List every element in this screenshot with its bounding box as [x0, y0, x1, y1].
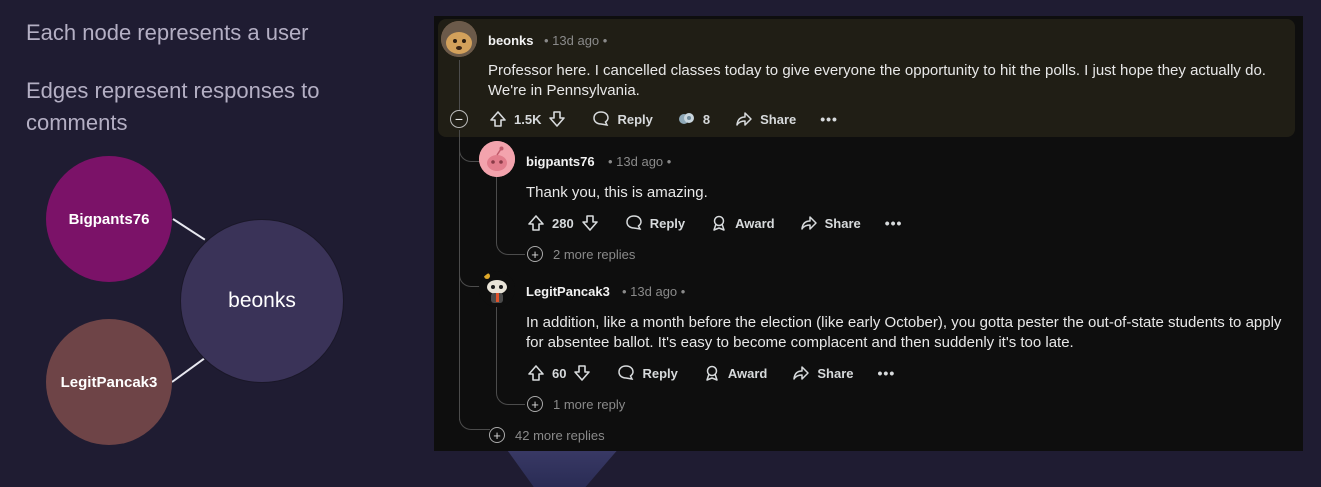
reply-label: Reply: [642, 365, 678, 381]
vote-group: 280: [526, 213, 600, 233]
collapse-minus-icon[interactable]: −: [450, 110, 468, 128]
more-options-icon: •••: [820, 111, 838, 127]
arrow-up-icon[interactable]: [526, 363, 546, 383]
share-arrow-icon: [791, 363, 811, 383]
avatar-legitpancak3[interactable]: [479, 271, 515, 307]
thread-line-reply1: [496, 176, 497, 226]
award-icon: [677, 109, 697, 129]
share-button[interactable]: Share: [799, 213, 861, 233]
comment-body: Thank you, this is amazing.: [526, 184, 708, 201]
graph-edge-bigpants-beonks: [172, 218, 206, 241]
more-options-button[interactable]: •••: [820, 111, 838, 127]
vote-group: 60: [526, 363, 592, 383]
share-label: Share: [824, 215, 861, 231]
comment-actions: 280 Reply Award Share •••: [526, 212, 926, 234]
share-button[interactable]: Share: [734, 109, 796, 129]
graph-node-label: Bigpants76: [68, 210, 150, 228]
graph-node-label: LegitPancak3: [60, 373, 158, 391]
username-legitpancak3[interactable]: LegitPancak3: [526, 284, 610, 299]
graph-edge-legit-beonks: [171, 357, 205, 383]
username-beonks[interactable]: beonks: [488, 33, 534, 48]
comment-body: In addition, like a month before the ele…: [526, 314, 1282, 351]
comment-actions: 60 Reply Award Share •••: [526, 362, 919, 384]
thread-branch-reply2-more: [496, 374, 525, 405]
arrow-down-icon[interactable]: [547, 109, 567, 129]
comment-meta: • 13d ago •: [544, 33, 608, 48]
decorative-shape: [505, 447, 620, 487]
award-button[interactable]: Award: [709, 213, 775, 233]
expand-plus-icon: +: [527, 396, 543, 412]
reply-button[interactable]: Reply: [616, 363, 678, 383]
comment-actions: 1.5K Reply 8 Share •••: [488, 108, 862, 130]
more-replies-label: 2 more replies: [553, 246, 636, 262]
thread-branch-reply1-more: [496, 224, 525, 255]
arrow-up-icon[interactable]: [488, 109, 508, 129]
thread-branch-reply2: [459, 266, 480, 287]
thread-more-replies-label: 42 more replies: [515, 427, 605, 443]
more-options-button[interactable]: •••: [885, 215, 903, 231]
reply-label: Reply: [649, 215, 686, 231]
more-options-icon: •••: [884, 215, 903, 231]
avatar-bigpants76[interactable]: [479, 141, 515, 177]
award-button[interactable]: 8: [677, 109, 710, 129]
award-button[interactable]: Award: [702, 363, 768, 383]
expand-plus-icon: +: [489, 427, 505, 443]
share-arrow-icon: [734, 109, 754, 129]
username-bigpants76[interactable]: bigpants76: [526, 154, 595, 169]
vote-count: 60: [552, 365, 567, 381]
speech-bubble-icon: [591, 109, 611, 129]
more-replies-label: 1 more reply: [553, 396, 626, 412]
graph-node-label: beonks: [228, 289, 296, 312]
dog-avatar-icon: [441, 21, 477, 57]
thread-line-main: [459, 60, 460, 112]
arrow-down-icon[interactable]: [580, 213, 600, 233]
slide-caption-nodes: Each node represents a user: [26, 20, 309, 45]
award-label: Award: [727, 365, 768, 381]
comment-meta: • 13d ago •: [608, 154, 672, 169]
arrow-down-icon[interactable]: [572, 363, 592, 383]
more-replies-link[interactable]: + 1 more reply: [527, 396, 625, 412]
comment-meta: • 13d ago •: [622, 284, 686, 299]
share-label: Share: [817, 365, 854, 381]
snoo-avatar-icon: [479, 141, 515, 177]
award-icon: [702, 363, 722, 383]
thread-branch-reply1: [459, 136, 480, 162]
thread-branch-more: [459, 411, 490, 430]
graph-node-bigpants: Bigpants76: [46, 156, 172, 282]
arrow-up-icon[interactable]: [526, 213, 546, 233]
comment-thread-panel: beonks • 13d ago • Professor here. I can…: [434, 16, 1303, 451]
share-button[interactable]: Share: [791, 363, 854, 383]
slide-caption-edges: Edges represent responses to comments: [26, 78, 320, 135]
reply-button[interactable]: Reply: [624, 213, 685, 233]
snoo-avatar-icon: [479, 271, 515, 307]
speech-bubble-icon: [616, 363, 636, 383]
vote-count: 280: [552, 215, 574, 231]
award-label: Award: [735, 215, 775, 231]
more-options-icon: •••: [877, 365, 896, 381]
thread-line-reply2: [496, 306, 497, 376]
speech-bubble-icon: [624, 213, 644, 233]
vote-count: 1.5K: [514, 111, 542, 127]
share-arrow-icon: [799, 213, 819, 233]
reply-button[interactable]: Reply: [591, 109, 653, 129]
reply-label: Reply: [617, 111, 653, 127]
comment-body: Professor here. I cancelled classes toda…: [488, 62, 1266, 99]
award-icon: [709, 213, 729, 233]
award-count: 8: [702, 111, 711, 127]
more-replies-link[interactable]: + 2 more replies: [527, 246, 635, 262]
graph-node-legitpancak3: LegitPancak3: [46, 319, 172, 445]
graph-node-beonks: beonks: [180, 219, 344, 383]
thread-more-replies-link[interactable]: + 42 more replies: [489, 427, 605, 443]
vote-group: 1.5K: [488, 109, 567, 129]
share-label: Share: [760, 111, 797, 127]
more-options-button[interactable]: •••: [878, 365, 896, 381]
expand-plus-icon: +: [527, 246, 543, 262]
avatar-beonks[interactable]: [441, 21, 477, 57]
